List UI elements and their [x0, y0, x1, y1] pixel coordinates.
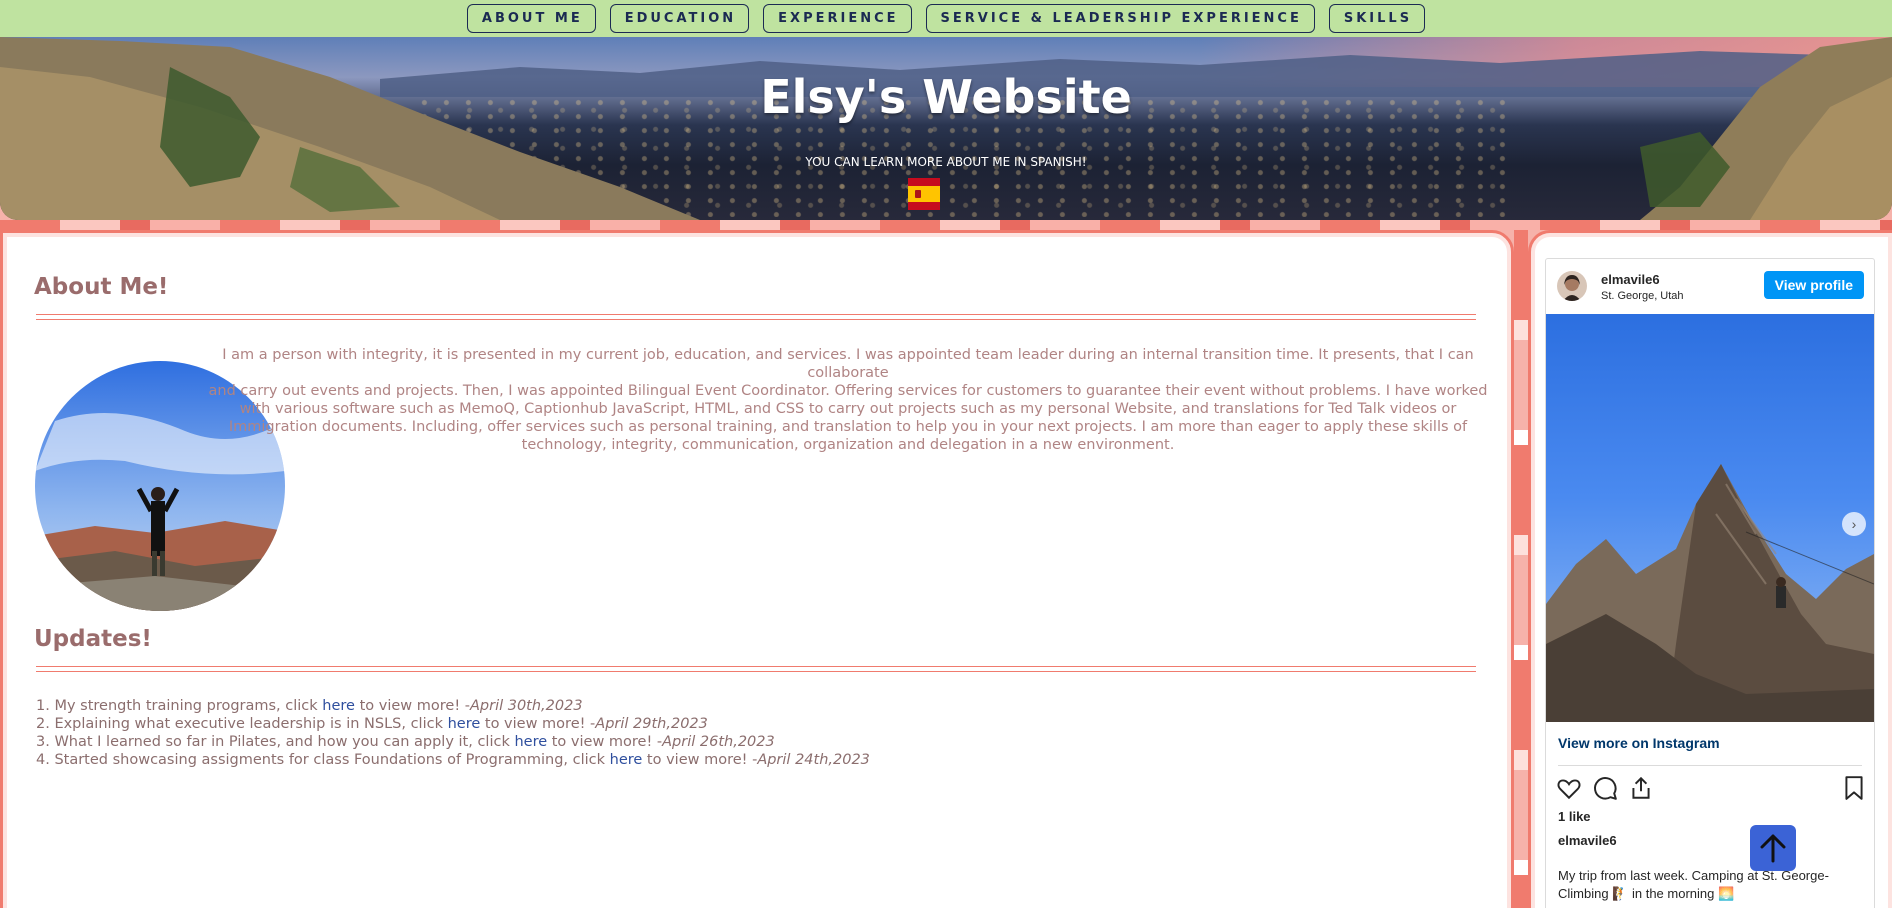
update-item: 3. What I learned so far in Pilates, and…	[36, 733, 870, 751]
main-content: About Me! I am a person with integrity, …	[0, 230, 1514, 908]
update-text: to view more! -	[354, 698, 470, 714]
about-divider	[36, 314, 1476, 320]
instagram-location[interactable]: St. George, Utah	[1601, 290, 1684, 302]
spain-flag-icon[interactable]	[908, 178, 975, 210]
hero-banner: Elsy's Website YOU CAN LEARN MORE ABOUT …	[0, 37, 1892, 220]
instagram-avatar[interactable]	[1557, 271, 1587, 301]
update-link[interactable]: here	[322, 698, 355, 714]
update-text: to view more! -	[547, 734, 663, 750]
nav-skills-button[interactable]: SKILLS	[1328, 4, 1426, 33]
top-nav: ABOUT ME EDUCATION EXPERIENCE SERVICE & …	[0, 0, 1892, 37]
update-text: 2. Explaining what executive leadership …	[36, 716, 448, 732]
about-line: technology, integrity, communication, or…	[521, 437, 1175, 453]
update-date: April 24th,2023	[757, 752, 870, 768]
update-date: April 30th,2023	[469, 698, 583, 714]
update-link[interactable]: here	[514, 734, 547, 750]
nav-about-me-button[interactable]: ABOUT ME	[466, 4, 596, 33]
update-text: 4. Started showcasing assigments for cla…	[36, 752, 610, 768]
about-me-text: I am a person with integrity, it is pres…	[198, 346, 1498, 454]
instagram-actions	[1556, 775, 1866, 805]
about-me-heading: About Me!	[34, 274, 169, 300]
update-text: 1. My strength training programs, click	[36, 698, 323, 714]
about-line: I am a person with integrity, it is pres…	[222, 347, 1474, 381]
view-profile-button[interactable]: View profile	[1763, 271, 1864, 299]
next-image-chevron-icon[interactable]: ›	[1842, 512, 1866, 536]
nav-experience-button[interactable]: EXPERIENCE	[763, 4, 912, 33]
update-item: 4. Started showcasing assigments for cla…	[36, 751, 870, 769]
nav-service-leadership-button[interactable]: SERVICE & LEADERSHIP EXPERIENCE	[925, 4, 1315, 33]
spanish-prompt-text: YOU CAN LEARN MORE ABOUT ME IN SPANISH!	[805, 155, 1087, 169]
instagram-username[interactable]: elmavile6	[1601, 272, 1660, 287]
bookmark-icon[interactable]	[1842, 775, 1866, 806]
instagram-divider	[1558, 765, 1862, 766]
comment-icon[interactable]	[1592, 775, 1618, 806]
updates-divider	[36, 666, 1476, 672]
share-icon[interactable]	[1628, 775, 1654, 806]
update-date: April 26th,2023	[662, 734, 775, 750]
instagram-post-image[interactable]: ›	[1546, 314, 1874, 722]
like-count[interactable]: 1 like	[1558, 809, 1591, 824]
about-line: with various software such as MemoQ, Cap…	[239, 401, 1457, 417]
updates-list: 1. My strength training programs, click …	[36, 697, 870, 769]
instagram-header: elmavile6 St. George, Utah View profile	[1546, 259, 1874, 313]
update-text: to view more! -	[480, 716, 596, 732]
nav-education-button[interactable]: EDUCATION	[609, 4, 750, 33]
arrow-up-icon	[1760, 834, 1786, 863]
about-line: Immigration documents. Including, offer …	[228, 419, 1468, 435]
update-text: 3. What I learned so far in Pilates, and…	[36, 734, 515, 750]
site-title: Elsy's Website	[760, 70, 1132, 124]
view-more-on-instagram-link[interactable]: View more on Instagram	[1558, 735, 1720, 751]
update-text: to view more! -	[642, 752, 758, 768]
like-heart-icon[interactable]	[1556, 775, 1582, 806]
update-item: 2. Explaining what executive leadership …	[36, 715, 870, 733]
update-date: April 29th,2023	[595, 716, 708, 732]
language-switcher	[908, 178, 975, 210]
instagram-embed: elmavile6 St. George, Utah View profile …	[1545, 258, 1875, 908]
update-link[interactable]: here	[448, 716, 481, 732]
rail-decorative-strip	[1514, 230, 1528, 908]
caption-username[interactable]: elmavile6	[1558, 833, 1617, 848]
update-item: 1. My strength training programs, click …	[36, 697, 870, 715]
post-caption: My trip from last week. Camping at St. G…	[1558, 868, 1829, 901]
about-line: and carry out events and projects. Then,…	[208, 383, 1488, 399]
back-to-top-button[interactable]	[1750, 825, 1796, 871]
update-link[interactable]: here	[610, 752, 643, 768]
decorative-stripe	[0, 220, 1892, 230]
updates-heading: Updates!	[34, 626, 152, 652]
